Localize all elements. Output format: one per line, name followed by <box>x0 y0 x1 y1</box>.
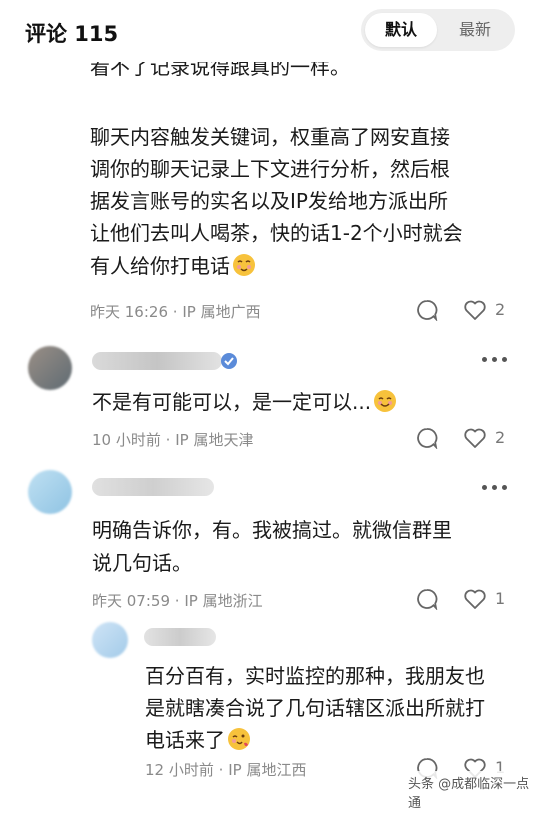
comment-4-time: 12 小时前 <box>145 761 214 779</box>
emoji-icon <box>228 728 250 750</box>
avatar[interactable] <box>28 470 72 514</box>
username-blurred[interactable] <box>144 628 216 646</box>
heart-icon[interactable] <box>463 588 487 610</box>
comment-3-meta: 昨天 07:59 · IP 属地浙江 <box>92 590 263 611</box>
comment-4-line-3-text: 电话来了 <box>145 728 225 752</box>
comment-3-time: 昨天 07:59 <box>92 592 170 610</box>
comment-3-line-1: 明确告诉你，有。我被搞过。就微信群里 <box>92 518 452 542</box>
meta-separator: · <box>165 431 171 449</box>
comment-1-line-5-text: 有人给你打电话 <box>90 254 230 278</box>
comment-2-ip: IP 属地天津 <box>175 431 254 449</box>
comment-1-time: 昨天 16:26 <box>90 303 168 321</box>
username-blurred[interactable] <box>92 478 214 496</box>
comment-4-line-1: 百分百有，实时监控的那种，我朋友也 <box>145 664 485 688</box>
comment-2-text: 不是有可能可以，是一定可以... <box>92 390 372 414</box>
meta-separator: · <box>218 761 224 779</box>
heart-icon[interactable] <box>463 299 487 321</box>
emoji-icon <box>374 390 397 412</box>
comment-4-meta: 12 小时前 · IP 属地江西 <box>145 759 306 780</box>
comment-4-line-2: 是就瞎凑合说了几句话辖区派出所就打 <box>145 696 485 720</box>
comments-header: 评论 115 默认 最新 <box>0 0 540 62</box>
comment-3-like-count: 1 <box>495 589 506 608</box>
emoji-icon <box>233 254 255 276</box>
sort-latest-button[interactable]: 最新 <box>439 13 511 47</box>
more-icon[interactable] <box>482 484 508 492</box>
comment-3-line-2: 说几句话。 <box>92 551 192 575</box>
comment-1-line-5: 有人给你打电话 <box>90 250 256 282</box>
comment-1-line-1: 聊天内容触发关键词，权重高了网安直接 <box>90 125 450 149</box>
comment-icon[interactable] <box>416 588 438 610</box>
username-blurred[interactable] <box>92 352 222 370</box>
comment-2-text-line: 不是有可能可以，是一定可以... <box>92 386 397 418</box>
comment-icon[interactable] <box>416 427 438 449</box>
avatar[interactable] <box>92 622 128 658</box>
sort-toggle: 默认 最新 <box>361 9 515 51</box>
verified-badge-icon <box>221 353 237 369</box>
comment-4-line-3: 电话来了 <box>145 724 251 756</box>
meta-separator: · <box>174 592 180 610</box>
more-icon[interactable] <box>482 356 508 364</box>
comment-1-meta: 昨天 16:26 · IP 属地广西 <box>90 301 261 322</box>
comment-1-line-2: 调你的聊天记录上下文进行分析，然后根 <box>90 157 450 181</box>
comment-2-time: 10 小时前 <box>92 431 161 449</box>
comment-3-ip: IP 属地浙江 <box>184 592 263 610</box>
comment-1-ip: IP 属地广西 <box>182 303 261 321</box>
comment-1-line-3: 据发言账号的实名以及IP发给地方派出所 <box>90 189 448 213</box>
sort-default-button[interactable]: 默认 <box>365 13 437 47</box>
comment-1-like-count: 2 <box>495 300 506 319</box>
heart-icon[interactable] <box>463 427 487 449</box>
meta-separator: · <box>172 303 178 321</box>
comment-4-ip: IP 属地江西 <box>228 761 307 779</box>
comment-2-like-count: 2 <box>495 428 506 447</box>
comment-2-meta: 10 小时前 · IP 属地天津 <box>92 429 253 450</box>
comments-title: 评论 115 <box>25 22 119 46</box>
avatar[interactable] <box>28 346 72 390</box>
comment-icon[interactable] <box>416 299 438 321</box>
watermark: 头条 @成都临深一点通 <box>404 771 540 813</box>
comment-1-line-4: 让他们去叫人喝茶，快的话1-2个小时就会 <box>90 221 463 245</box>
